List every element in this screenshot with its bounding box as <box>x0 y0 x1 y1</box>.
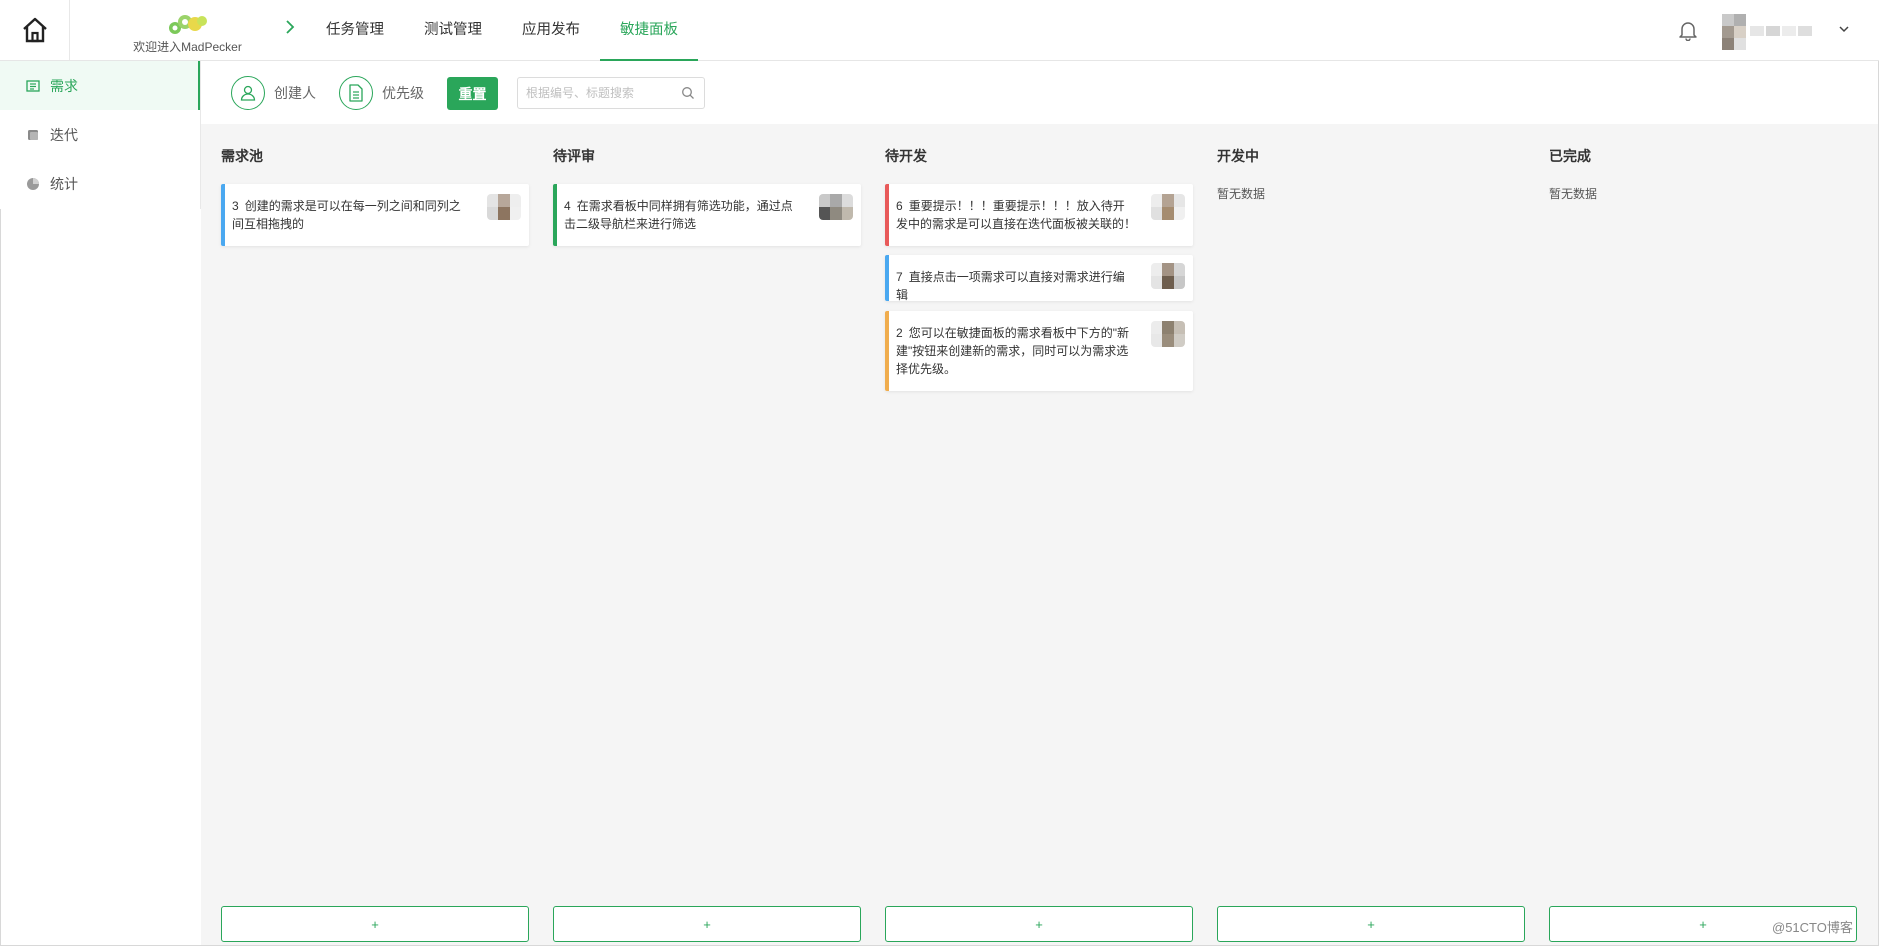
user-icon <box>231 76 265 110</box>
sidebar-item-statistics[interactable]: 统计 <box>0 159 200 208</box>
assignee-avatar <box>819 194 853 220</box>
column-completed: 已完成 暂无数据 + <box>1549 124 1857 945</box>
card-id: 3 <box>232 199 239 213</box>
priority-filter[interactable]: 优先级 <box>339 75 424 111</box>
creator-filter-label: 创建人 <box>274 85 316 101</box>
assignee-avatar <box>1151 321 1185 347</box>
card-text: 2 您可以在敏捷面板的需求看板中下方的"新建"按钮来创建新的需求，同时可以为需求选… <box>896 324 1136 378</box>
nav-test-management[interactable]: 测试管理 <box>404 0 502 61</box>
requirement-card[interactable]: 7 直接点击一项需求可以直接对需求进行编辑 <box>885 255 1193 304</box>
logo-icon <box>168 15 207 34</box>
card-color-bar <box>885 255 889 301</box>
card-id: 7 <box>896 270 903 284</box>
document-icon <box>339 76 373 110</box>
empty-state: 暂无数据 <box>1217 187 1266 201</box>
card-id: 6 <box>896 199 903 213</box>
column-in-development: 开发中 暂无数据 + <box>1217 124 1525 945</box>
welcome-text: 欢迎进入MadPecker <box>133 40 242 54</box>
assignee-avatar <box>1151 263 1185 289</box>
card-text: 6 重要提示！！！重要提示！！！放入待开发中的需求是可以直接在迭代面板被关联的！ <box>896 197 1136 233</box>
nav-task-management[interactable]: 任务管理 <box>306 0 404 61</box>
sidebar-item-label: 迭代 <box>50 126 78 143</box>
column-title: 待评审 <box>553 148 595 164</box>
assignee-avatar <box>487 194 521 220</box>
main-nav: 任务管理 测试管理 应用发布 敏捷面板 <box>306 0 698 61</box>
assignee-avatar <box>1151 194 1185 220</box>
card-color-bar <box>885 184 889 246</box>
brand-logo[interactable]: 欢迎进入MadPecker <box>120 10 255 58</box>
card-title: 重要提示！！！重要提示！！！放入待开发中的需求是可以直接在迭代面板被关联的！ <box>896 199 1137 231</box>
card-color-bar <box>885 311 889 391</box>
requirement-icon <box>26 79 40 92</box>
blurred-avatar-icon <box>1722 14 1812 50</box>
requirement-card[interactable]: 4 在需求看板中同样拥有筛选功能，通过点击二级导航栏来进行筛选 <box>553 184 861 246</box>
home-button[interactable] <box>0 0 70 60</box>
add-card-button[interactable]: + <box>221 906 529 942</box>
column-title: 开发中 <box>1217 148 1259 164</box>
column-title: 需求池 <box>221 148 263 164</box>
card-title: 您可以在敏捷面板的需求看板中下方的"新建"按钮来创建新的需求，同时可以为需求选择… <box>896 326 1129 376</box>
card-id: 2 <box>896 326 903 340</box>
add-card-button[interactable]: + <box>1217 906 1525 942</box>
watermark: @51CTO博客 <box>1772 920 1853 935</box>
card-text: 4 在需求看板中同样拥有筛选功能，通过点击二级导航栏来进行筛选 <box>564 197 804 233</box>
sidebar: 需求 迭代 统计 <box>0 61 201 209</box>
sidebar-item-label: 统计 <box>50 175 78 192</box>
creator-filter[interactable]: 创建人 <box>231 75 316 111</box>
column-to-develop: 待开发 6 重要提示！！！重要提示！！！放入待开发中的需求是可以直接在迭代面板被关… <box>885 124 1193 945</box>
nav-agile-board[interactable]: 敏捷面板 <box>600 0 698 61</box>
top-header: 欢迎进入MadPecker 任务管理 测试管理 应用发布 敏捷面板 <box>0 0 1879 61</box>
card-title: 创建的需求是可以在每一列之间和同列之间互相拖拽的 <box>232 199 461 231</box>
search-input[interactable] <box>526 78 676 108</box>
reset-button[interactable]: 重置 <box>447 77 498 110</box>
card-text: 7 直接点击一项需求可以直接对需求进行编辑 <box>896 268 1136 304</box>
nav-app-release[interactable]: 应用发布 <box>502 0 600 61</box>
home-icon <box>22 17 47 43</box>
column-title: 待开发 <box>885 148 927 164</box>
chevron-down-icon[interactable] <box>1838 22 1850 37</box>
sidebar-item-requirements[interactable]: 需求 <box>0 61 200 110</box>
filter-toolbar: 创建人 优先级 重置 <box>201 61 1878 124</box>
chevron-right-icon <box>284 19 296 40</box>
card-id: 4 <box>564 199 571 213</box>
column-pending-review: 待评审 4 在需求看板中同样拥有筛选功能，通过点击二级导航栏来进行筛选 + <box>553 124 861 945</box>
user-avatar[interactable] <box>1722 14 1822 50</box>
sidebar-item-label: 需求 <box>50 77 78 94</box>
card-title: 在需求看板中同样拥有筛选功能，通过点击二级导航栏来进行筛选 <box>564 199 793 231</box>
column-title: 已完成 <box>1549 148 1591 164</box>
bell-icon[interactable] <box>1678 19 1698 44</box>
requirement-card[interactable]: 2 您可以在敏捷面板的需求看板中下方的"新建"按钮来创建新的需求，同时可以为需求选… <box>885 311 1193 391</box>
pie-chart-icon <box>27 177 39 190</box>
card-title: 直接点击一项需求可以直接对需求进行编辑 <box>896 270 1125 302</box>
card-color-bar <box>553 184 557 246</box>
priority-filter-label: 优先级 <box>382 85 424 101</box>
search-box <box>517 77 705 109</box>
card-text: 3 创建的需求是可以在每一列之间和同列之间互相拖拽的 <box>232 197 472 233</box>
sidebar-item-iterations[interactable]: 迭代 <box>0 110 200 159</box>
add-card-button[interactable]: + <box>885 906 1193 942</box>
requirement-card[interactable]: 6 重要提示！！！重要提示！！！放入待开发中的需求是可以直接在迭代面板被关联的！ <box>885 184 1193 246</box>
column-backlog: 需求池 3 创建的需求是可以在每一列之间和同列之间互相拖拽的 + <box>221 124 529 945</box>
kanban-board: 需求池 3 创建的需求是可以在每一列之间和同列之间互相拖拽的 + 待评审 4 在需求… <box>201 124 1878 945</box>
add-card-button[interactable]: + <box>553 906 861 942</box>
search-icon[interactable] <box>681 86 695 100</box>
requirement-card[interactable]: 3 创建的需求是可以在每一列之间和同列之间互相拖拽的 <box>221 184 529 246</box>
empty-state: 暂无数据 <box>1549 187 1598 201</box>
iteration-icon <box>28 129 38 140</box>
card-color-bar <box>221 184 225 246</box>
